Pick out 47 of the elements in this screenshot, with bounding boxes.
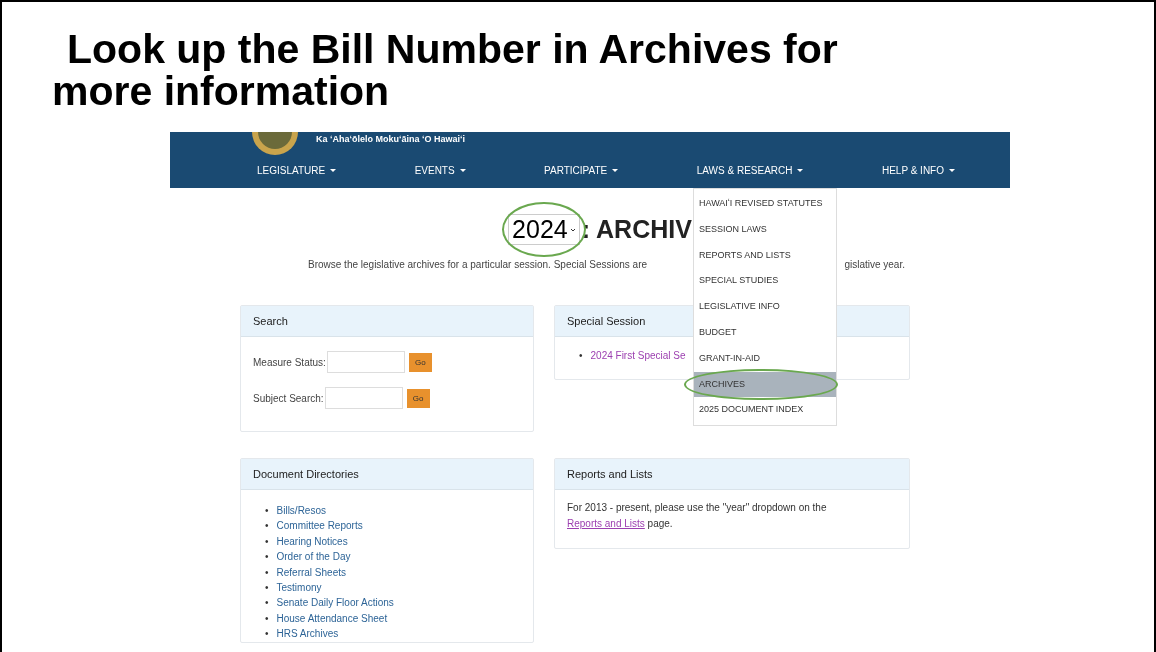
menu-item[interactable]: ARCHIVES — [694, 371, 836, 398]
nav-menu[interactable]: LAWS & RESEARCH — [695, 165, 805, 176]
menu-item[interactable]: HAWAIʻI REVISED STATUTES — [694, 191, 836, 217]
bullet: • — [265, 565, 269, 580]
bullet: • — [265, 581, 269, 596]
year-select[interactable]: 2024 — [508, 214, 580, 245]
directory-link[interactable]: Referral Sheets — [276, 564, 346, 581]
intro-text: Browse the legislative archives for a particular session. Special Sessions are — [308, 259, 648, 270]
card-title: Document Directories — [241, 459, 533, 490]
slide-title: Look up the Bill Number in Archives for — [66, 28, 839, 70]
site-subtitle: Ka ʻAhaʻōlelo Mokuʻāina ʻO Hawaiʻi — [316, 134, 466, 144]
field-label: Measure Status: — [253, 356, 326, 368]
reports-text: For 2013 - present, please use the "year" dropdown on the Reports and Lists page. — [567, 501, 828, 531]
menu-item[interactable]: SESSION LAWS — [694, 216, 836, 243]
directory-link[interactable]: Committee Reports — [276, 518, 363, 534]
directory-link[interactable]: HRS Archives — [276, 626, 339, 642]
bullet: • — [579, 350, 583, 361]
bullet: • — [265, 596, 269, 611]
bullet: • — [265, 611, 269, 626]
menu-item[interactable]: 2025 DOCUMENT INDEX — [694, 397, 836, 424]
nav-menu[interactable]: HELP & INFO — [880, 165, 956, 176]
slide-title: more information — [52, 70, 391, 112]
go-button[interactable]: Go — [408, 352, 432, 372]
nav-menu[interactable]: LEGISLATURE — [256, 165, 338, 176]
nav-menu[interactable]: EVENTS — [413, 165, 467, 176]
bullet: • — [265, 627, 269, 642]
card-title: Reports and Lists — [555, 459, 909, 490]
bullet: • — [265, 504, 269, 518]
bullet: • — [265, 550, 269, 565]
menu-item[interactable]: SPECIAL STUDIES — [694, 268, 836, 295]
directory-link[interactable]: Senate Daily Floor Actions — [276, 595, 394, 611]
go-button[interactable]: Go — [406, 388, 430, 408]
directory-link[interactable]: House Attendance Sheet — [276, 610, 388, 627]
directory-link[interactable]: Testimony — [276, 580, 322, 596]
field-label: Subject Search: — [253, 392, 324, 404]
menu-item[interactable]: GRANT-IN-AID — [694, 345, 836, 372]
nav-menu[interactable]: PARTICIPATE — [543, 165, 620, 176]
bullet: • — [265, 519, 269, 534]
directory-link[interactable]: Order of the Day — [276, 549, 351, 565]
intro-text: gislative year. — [844, 259, 905, 270]
directory-link[interactable]: Hearing Notices — [276, 533, 348, 550]
session-link[interactable]: 2024 First Special Se — [590, 350, 686, 361]
reports-link[interactable]: Reports and Lists — [567, 518, 645, 529]
card-title: Search — [241, 306, 533, 337]
bullet: • — [265, 534, 269, 549]
directory-link[interactable]: Bills/Resos — [276, 503, 326, 519]
menu-item[interactable]: REPORTS AND LISTS — [694, 242, 836, 269]
